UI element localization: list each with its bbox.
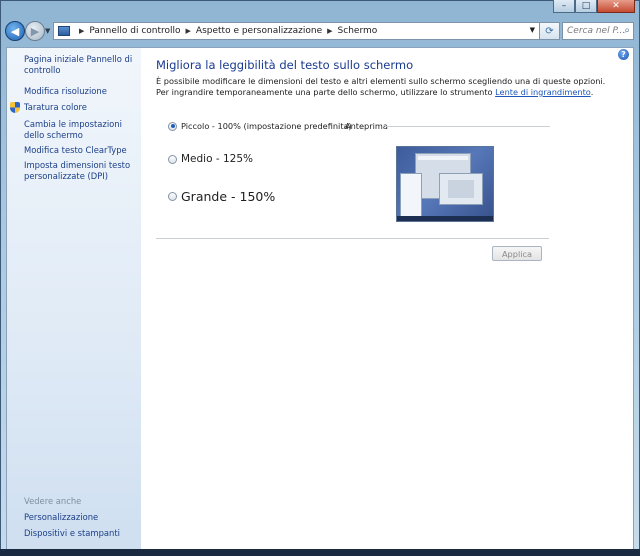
page-description: È possibile modificare le dimensioni del… <box>156 76 626 98</box>
breadcrumb-separator-icon: ▶ <box>327 27 333 35</box>
radio-small[interactable] <box>168 121 177 131</box>
breadcrumb-display[interactable]: Schermo <box>338 26 378 36</box>
preview-window-right <box>439 173 483 205</box>
caption-buttons: – □ ✕ <box>553 0 635 13</box>
see-also-devices-printers[interactable]: Dispositivi e stampanti <box>24 528 120 538</box>
option-large[interactable]: Grande - 150% <box>168 189 275 204</box>
back-arrow-icon: ◀ <box>10 24 20 38</box>
option-small-label[interactable]: Piccolo - 100% (impostazione predefinita… <box>181 121 352 131</box>
back-button[interactable]: ◀ <box>5 21 25 41</box>
see-also-personalization[interactable]: Personalizzazione <box>24 512 98 522</box>
sidebar-item-cleartype[interactable]: Modifica testo ClearType <box>24 145 136 156</box>
address-bar[interactable]: ▶ Pannello di controllo ▶ Aspetto e pers… <box>53 22 540 40</box>
help-icon[interactable]: ? <box>618 49 629 60</box>
section-divider <box>156 238 549 239</box>
option-large-label[interactable]: Grande - 150% <box>181 189 275 204</box>
shield-icon <box>10 102 20 113</box>
preview-taskbar <box>397 216 493 221</box>
preview-divider <box>385 126 550 127</box>
close-button[interactable]: ✕ <box>597 0 635 13</box>
page-title: Migliora la leggibilità del testo sullo … <box>156 58 414 72</box>
search-placeholder: Cerca nel P... <box>567 26 626 36</box>
refresh-icon: ⟳ <box>545 25 554 37</box>
breadcrumb-separator-icon: ▶ <box>185 27 191 35</box>
sidebar-item-custom-dpi[interactable]: Imposta dimensioni testo personalizzate … <box>24 160 136 182</box>
search-input[interactable]: Cerca nel P... ⌕ <box>562 22 634 40</box>
option-medium-label[interactable]: Medio - 125% <box>181 153 253 165</box>
option-medium[interactable]: Medio - 125% <box>168 153 253 165</box>
taskbar <box>0 549 640 556</box>
description-line-2: Per ingrandire temporaneamente una parte… <box>156 87 626 98</box>
preview-label: Anteprima <box>345 121 388 131</box>
recent-pages-dropdown[interactable]: ▼ <box>45 27 50 35</box>
sidebar-item-resolution[interactable]: Modifica risoluzione <box>24 86 136 97</box>
refresh-button[interactable]: ⟳ <box>540 22 560 40</box>
navigation-bar: ◀ ▶ ▼ ▶ Pannello di controllo ▶ Aspetto … <box>1 19 640 43</box>
description-suffix: . <box>590 87 594 97</box>
see-also-heading: Vedere anche <box>24 496 82 506</box>
sidebar-home-link[interactable]: Pagina iniziale Pannello di controllo <box>24 54 136 76</box>
apply-button[interactable]: Applica <box>492 246 542 261</box>
breadcrumb-separator-icon: ▶ <box>79 27 85 35</box>
magnifier-link[interactable]: Lente di ingrandimento <box>495 87 591 97</box>
maximize-button[interactable]: □ <box>575 0 597 13</box>
sidebar: Pagina iniziale Pannello di controllo Mo… <box>7 48 141 549</box>
breadcrumb-control-panel[interactable]: Pannello di controllo <box>89 26 180 36</box>
preview-image <box>396 146 494 222</box>
search-icon[interactable]: ⌕ <box>624 25 630 36</box>
radio-medium[interactable] <box>168 154 177 164</box>
forward-button[interactable]: ▶ <box>25 21 45 41</box>
preview-window-content <box>448 180 474 198</box>
option-small[interactable]: Piccolo - 100% (impostazione predefinita… <box>168 121 352 131</box>
breadcrumb-appearance[interactable]: Aspetto e personalizzazione <box>196 26 322 36</box>
description-text: Per ingrandire temporaneamente una parte… <box>156 87 496 97</box>
preview-window-bar <box>418 156 468 160</box>
radio-large[interactable] <box>168 192 177 201</box>
sidebar-item-display-settings[interactable]: Cambia le impostazioni dello schermo <box>24 119 136 141</box>
forward-arrow-icon: ▶ <box>30 24 40 38</box>
client-area: Pagina iniziale Pannello di controllo Mo… <box>6 47 634 550</box>
window-frame: – □ ✕ ◀ ▶ ▼ ▶ Pannello di controllo ▶ As… <box>0 0 640 556</box>
preview-window-left <box>400 173 422 217</box>
sidebar-item-color-calibration[interactable]: Taratura colore <box>24 102 136 113</box>
description-line-1: È possibile modificare le dimensioni del… <box>156 76 606 86</box>
control-panel-icon <box>58 26 70 36</box>
chevron-down-icon[interactable]: ▼ <box>530 26 535 34</box>
minimize-button[interactable]: – <box>553 0 575 13</box>
